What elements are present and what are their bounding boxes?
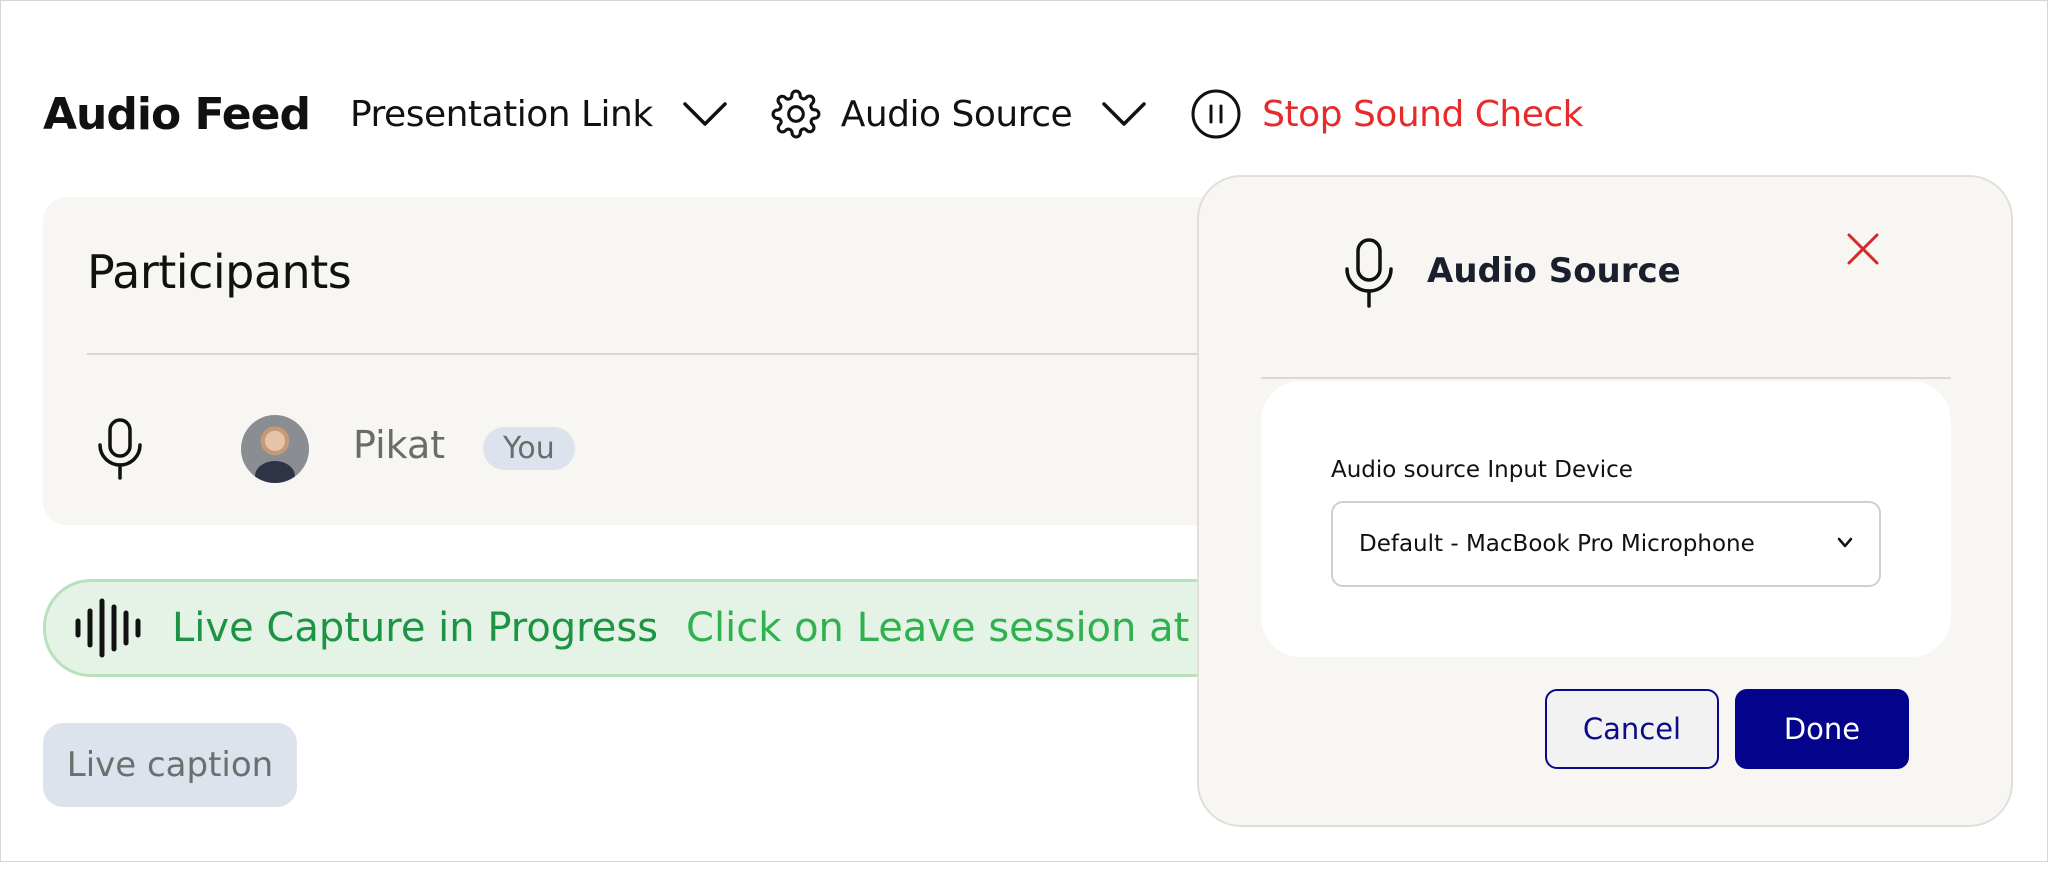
selected-device: Default - MacBook Pro Microphone: [1359, 531, 1755, 557]
participant-name: Pikat: [353, 423, 446, 467]
audio-waveform-icon: [75, 598, 141, 658]
participants-title: Participants: [87, 245, 352, 299]
app-window: Audio Feed Presentation Link Audio Sourc…: [0, 0, 2048, 862]
dialog-title: Audio Source: [1427, 251, 1681, 291]
done-button[interactable]: Done: [1735, 689, 1909, 769]
audio-source-dialog: Audio Source Audio source Input Device D…: [1197, 175, 2013, 827]
stop-sound-check-label: Stop Sound Check: [1262, 93, 1583, 135]
input-device-section: Audio source Input Device Default - MacB…: [1261, 381, 1951, 657]
presentation-link-menu[interactable]: Presentation Link: [350, 94, 729, 135]
participants-panel: Participants Pikat You: [43, 197, 1343, 525]
pause-circle-icon: [1191, 89, 1241, 139]
you-badge: You: [483, 427, 575, 470]
chevron-down-icon: [682, 102, 727, 126]
close-icon[interactable]: [1845, 231, 1881, 267]
gear-icon: [771, 89, 821, 139]
microphone-icon: [1345, 238, 1393, 308]
live-capture-title: Live Capture in Progress: [172, 605, 659, 651]
participants-divider: [87, 353, 1287, 355]
microphone-icon[interactable]: [93, 417, 147, 481]
audio-source-menu[interactable]: Audio Source: [771, 89, 1148, 139]
cancel-button[interactable]: Cancel: [1545, 689, 1719, 769]
live-caption-button[interactable]: Live caption: [43, 723, 297, 807]
chevron-down-icon: [1102, 102, 1146, 126]
presentation-link-label: Presentation Link: [349, 93, 653, 135]
input-device-label: Audio source Input Device: [1331, 457, 1633, 483]
app-title: Audio Feed: [43, 88, 311, 140]
chevron-down-icon: [1837, 537, 1853, 548]
avatar: [241, 415, 309, 483]
audio-source-label: Audio Source: [840, 93, 1073, 135]
top-toolbar: Audio Feed Presentation Link Audio Sourc…: [43, 79, 1583, 149]
input-device-select[interactable]: Default - MacBook Pro Microphone: [1331, 501, 1881, 587]
dialog-divider: [1261, 377, 1951, 379]
stop-sound-check-button[interactable]: Stop Sound Check: [1190, 88, 1583, 140]
